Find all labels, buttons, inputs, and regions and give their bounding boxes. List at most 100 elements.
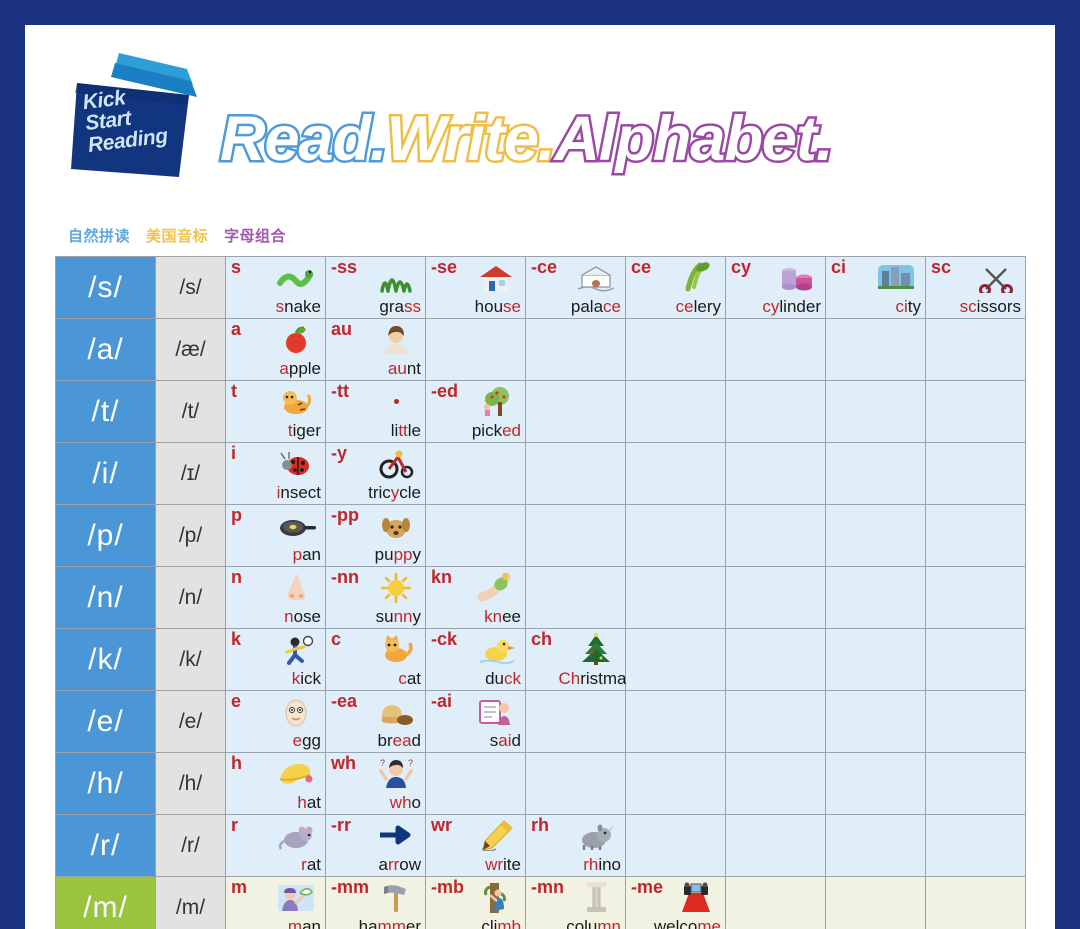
word-cell: wr write [425, 814, 526, 877]
empty-cell [725, 504, 826, 567]
grapheme-label: c [331, 629, 342, 649]
house-icon [473, 260, 519, 294]
example-word: puppy [374, 545, 421, 565]
example-word: write [485, 855, 521, 875]
grapheme-label: a [231, 319, 242, 339]
word-cell: sc scissors [925, 256, 1026, 319]
example-word: bread [377, 731, 421, 751]
ipa-cell: /t/ [155, 380, 226, 443]
title-write: Write. [384, 102, 558, 177]
grapheme-label: -rr [331, 815, 352, 835]
grass-icon [373, 260, 419, 294]
empty-cell [825, 442, 926, 505]
example-word: palace [570, 297, 621, 317]
grapheme-label: ce [631, 257, 652, 277]
word-cell: -nn sunny [325, 566, 426, 629]
duck-icon [473, 632, 519, 666]
empty-cell [825, 318, 926, 381]
brand-logo: Kick Start Reading [67, 47, 207, 182]
celery-icon [673, 260, 719, 294]
empty-cell [825, 752, 926, 815]
example-word: little [390, 421, 421, 441]
arrow-icon [373, 818, 419, 852]
example-word: nose [284, 607, 321, 627]
ladybug-icon [273, 446, 319, 480]
empty-cell [825, 566, 926, 629]
grapheme-label: p [231, 505, 242, 525]
word-cell: h hat [225, 752, 326, 815]
word-cell: p pan [225, 504, 326, 567]
example-word: house [474, 297, 521, 317]
grapheme-label: -ai [431, 691, 453, 711]
word-cell: ci city [825, 256, 926, 319]
empty-cell [725, 318, 826, 381]
pencil-icon [473, 818, 519, 852]
phoneme-cell: /e/ [55, 690, 156, 753]
rat-icon [273, 818, 319, 852]
soccer-kick-icon [273, 632, 319, 666]
word-cell: k kick [225, 628, 326, 691]
empty-cell [525, 690, 626, 753]
empty-cell [925, 876, 1026, 929]
phoneme-cell: /t/ [55, 380, 156, 443]
svg-text:?: ? [380, 758, 385, 768]
table-row: /i//ɪ/i insect -y tricycle [55, 442, 1026, 505]
empty-cell [425, 752, 526, 815]
tiger-icon [273, 384, 319, 418]
ipa-cell: /s/ [155, 256, 226, 319]
example-word: said [489, 731, 521, 751]
phoneme-cell: /h/ [55, 752, 156, 815]
empty-cell [625, 380, 726, 443]
grapheme-label: -nn [331, 567, 359, 587]
table-row: /e//e/e egg -ea bread -ai said [55, 690, 1026, 753]
climb-icon [473, 880, 519, 914]
legend-combos: 字母组合 [224, 228, 287, 245]
word-cell: a apple [225, 318, 326, 381]
grapheme-label: kn [431, 567, 453, 587]
table-row: /r//r/r rat -rr arrow wr write rh rhino [55, 814, 1026, 877]
word-cell: -mb climb [425, 876, 526, 929]
empty-cell [525, 318, 626, 381]
ipa-cell: /ɪ/ [155, 442, 226, 505]
grapheme-label: h [231, 753, 242, 773]
word-cell: -ce palace [525, 256, 626, 319]
empty-cell [625, 628, 726, 691]
empty-cell [925, 380, 1026, 443]
example-word: hat [297, 793, 321, 813]
empty-cell [725, 876, 826, 929]
example-word: cylinder [762, 297, 821, 317]
empty-cell [725, 380, 826, 443]
empty-cell [825, 876, 926, 929]
title-read: Read. [218, 102, 391, 177]
empty-cell [525, 566, 626, 629]
grapheme-label: sc [931, 257, 952, 277]
word-cell: m man [225, 876, 326, 929]
welcome-icon [673, 880, 719, 914]
city-icon [873, 260, 919, 294]
word-cell: ce celery [625, 256, 726, 319]
empty-cell [925, 690, 1026, 753]
example-word: sunny [375, 607, 421, 627]
title-alphabet: Alphabet. [552, 102, 836, 177]
table-row: /s//s/s snake -ss grass -se house -ce palace ce c… [55, 256, 1026, 319]
grapheme-label: -se [431, 257, 458, 277]
grapheme-label: -pp [331, 505, 359, 525]
grapheme-label: -mb [431, 877, 464, 897]
word-cell: -ed picked [425, 380, 526, 443]
empty-cell [625, 566, 726, 629]
example-word: duck [485, 669, 521, 689]
grapheme-label: -y [331, 443, 348, 463]
phoneme-cell: /a/ [55, 318, 156, 381]
word-cell: r rat [225, 814, 326, 877]
apple-tree-icon [473, 384, 519, 418]
word-cell: cy cylinder [725, 256, 826, 319]
empty-cell [425, 318, 526, 381]
example-word: celery [675, 297, 721, 317]
grapheme-label: wr [431, 815, 453, 835]
word-cell: c cat [325, 628, 426, 691]
pan-icon [273, 508, 319, 542]
empty-cell [625, 442, 726, 505]
grapheme-label: -ss [331, 257, 358, 277]
column-icon [573, 880, 619, 914]
man-icon [273, 880, 319, 914]
